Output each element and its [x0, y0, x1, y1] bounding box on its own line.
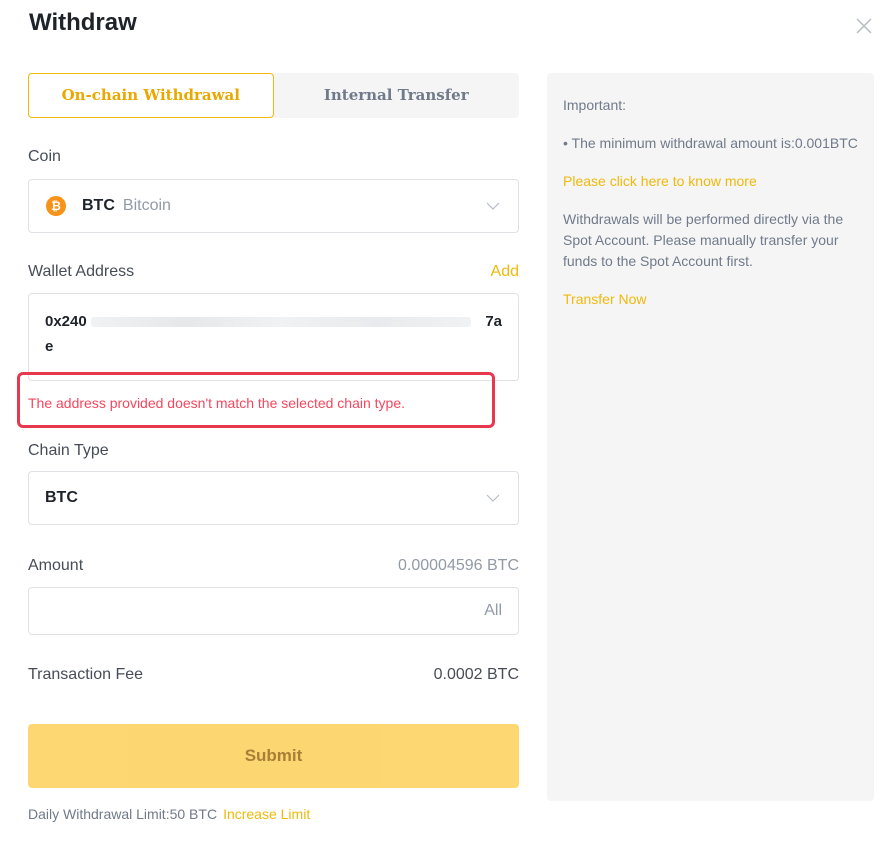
info-spot-account: Withdrawals will be performed directly v… — [563, 211, 844, 269]
coin-name: Bitcoin — [122, 197, 171, 214]
info-heading: Important: — [563, 97, 627, 113]
amount-label: Amount — [28, 557, 84, 574]
chevron-down-icon — [486, 202, 500, 210]
coin-label: Coin — [28, 148, 61, 165]
address-error-message: The address provided doesn't match the s… — [28, 395, 406, 411]
wallet-address-label: Wallet Address — [28, 263, 135, 280]
know-more-link[interactable]: Please click here to know more — [563, 171, 858, 192]
address-end: 7a — [485, 313, 502, 330]
dialog-title: Withdraw — [29, 9, 137, 36]
amount-field[interactable]: All — [28, 587, 519, 635]
amount-label-row: Amount 0.00004596 BTC — [28, 557, 519, 575]
withdraw-form: On-chain Withdrawal Internal Transfer Co… — [17, 73, 519, 822]
submit-button[interactable]: Submit — [28, 724, 519, 788]
all-button[interactable]: All — [484, 602, 502, 620]
address-start: 0x240 — [45, 313, 87, 330]
address-redacted — [90, 316, 472, 327]
tab-on-chain-withdrawal[interactable]: On-chain Withdrawal — [28, 73, 274, 118]
daily-limit-text: Daily Withdrawal Limit:50 BTC — [28, 806, 218, 822]
chain-type-select[interactable]: BTC — [28, 471, 519, 525]
info-min-amount: • The minimum withdrawal amount is:0.001… — [563, 135, 858, 151]
add-address-link[interactable]: Add — [491, 263, 519, 281]
transaction-fee-label: Transaction Fee — [28, 666, 144, 683]
chain-type-label: Chain Type — [28, 442, 109, 459]
chevron-down-icon — [486, 494, 500, 502]
bitcoin-icon: ₿ — [46, 196, 66, 216]
transaction-fee-value: 0.0002 BTC — [433, 666, 519, 683]
coin-select[interactable]: ₿ BTC Bitcoin — [28, 179, 519, 233]
available-balance: 0.00004596 BTC — [398, 557, 519, 574]
daily-limit-row: Daily Withdrawal Limit:50 BTC Increase Li… — [28, 806, 519, 822]
coin-symbol: BTC — [82, 197, 115, 214]
wallet-label-row: Wallet Address Add — [28, 263, 519, 281]
withdraw-tabs: On-chain Withdrawal Internal Transfer — [28, 73, 519, 118]
address-line: 0x240 7a — [45, 309, 502, 334]
wallet-address-input[interactable]: 0x240 7a e — [28, 293, 519, 381]
fee-row: Transaction Fee 0.0002 BTC — [28, 666, 519, 684]
tab-internal-transfer[interactable]: Internal Transfer — [274, 73, 520, 118]
info-panel: Important: • The minimum withdrawal amou… — [547, 73, 874, 801]
chain-type-value: BTC — [45, 489, 78, 506]
close-icon[interactable] — [853, 15, 875, 37]
address-wrap: e — [45, 338, 54, 355]
increase-limit-link[interactable]: Increase Limit — [223, 806, 310, 822]
transfer-now-link[interactable]: Transfer Now — [563, 289, 858, 310]
amount-input[interactable] — [29, 588, 485, 634]
